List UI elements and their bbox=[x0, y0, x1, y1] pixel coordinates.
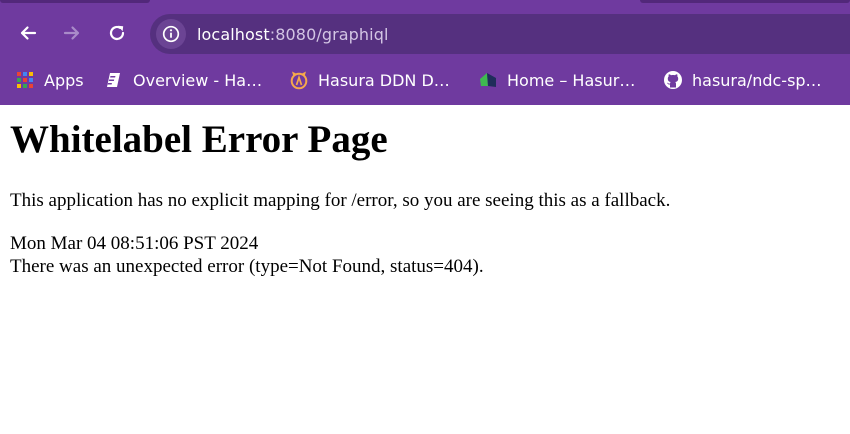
bookmark-label: Apps bbox=[44, 70, 84, 90]
reload-icon bbox=[109, 25, 125, 41]
error-message: This application has no explicit mapping… bbox=[10, 190, 671, 211]
browser-chrome: localhost:8080/graphiql Apps Overview - … bbox=[0, 0, 850, 105]
address-bar[interactable]: localhost:8080/graphiql bbox=[150, 14, 850, 54]
back-arrow-icon bbox=[20, 26, 37, 40]
bookmark-label: hasura/ndc-sp… bbox=[692, 70, 822, 90]
bookmark-apps[interactable]: Apps bbox=[15, 66, 84, 94]
url-text[interactable]: localhost:8080/graphiql bbox=[197, 25, 389, 44]
error-timestamp: Mon Mar 04 08:51:06 PST 2024 bbox=[10, 233, 259, 254]
browser-toolbar: localhost:8080/graphiql bbox=[0, 0, 850, 66]
forward-button[interactable] bbox=[55, 16, 89, 50]
url-host: localhost bbox=[197, 24, 270, 44]
error-detail: There was an unexpected error (type=Not … bbox=[10, 256, 484, 277]
github-icon bbox=[663, 70, 683, 90]
site-info-button[interactable] bbox=[156, 19, 186, 49]
bookmark-overview[interactable]: Overview - Ha… bbox=[104, 66, 262, 94]
bookmark-home-hasura[interactable]: Home – Hasur… bbox=[478, 66, 635, 94]
document-icon bbox=[104, 70, 124, 90]
url-path: :8080/graphiql bbox=[269, 24, 389, 44]
back-button[interactable] bbox=[11, 16, 45, 50]
bookmark-github[interactable]: hasura/ndc-sp… bbox=[663, 66, 822, 94]
page-title: Whitelabel Error Page bbox=[10, 118, 388, 161]
apps-grid-icon bbox=[15, 70, 35, 90]
bookmark-hasura-ddn[interactable]: Hasura DDN D… bbox=[289, 66, 450, 94]
page-content: Whitelabel Error Page This application h… bbox=[0, 105, 850, 434]
forward-arrow-icon bbox=[63, 26, 80, 40]
bookmark-label: Home – Hasur… bbox=[507, 70, 636, 90]
bookmarks-bar: Apps Overview - Ha… Hasura DDN D… Home –… bbox=[0, 66, 850, 94]
hasura-logo-icon bbox=[289, 70, 309, 90]
info-icon bbox=[162, 25, 180, 43]
reload-button[interactable] bbox=[100, 16, 134, 50]
bookmark-label: Hasura DDN D… bbox=[318, 70, 450, 90]
home-favicon-icon bbox=[478, 70, 498, 90]
bookmark-label: Overview - Ha… bbox=[133, 70, 263, 90]
